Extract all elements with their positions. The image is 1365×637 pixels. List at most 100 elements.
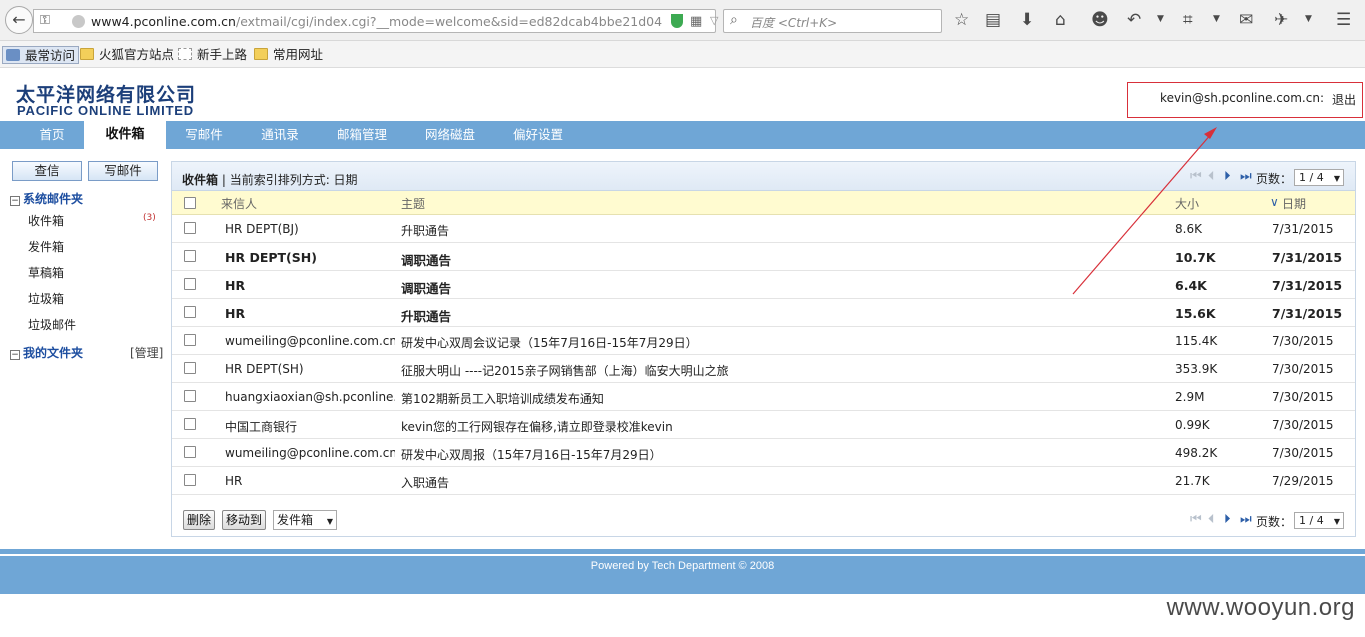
tab-network-disk[interactable]: 网络磁盘 — [416, 121, 484, 149]
tab-home[interactable]: 首页 — [22, 121, 82, 149]
table-row[interactable]: HR DEPT(BJ) 升职通告 8.6K 7/31/2015 — [172, 215, 1355, 243]
folder-trash[interactable]: 垃圾箱 — [28, 290, 64, 307]
table-row[interactable]: 中国工商银行 kevin您的工行网银存在偏移,请立即登录校准kevin 0.99K 7… — [172, 411, 1355, 439]
collapse-icon[interactable]: − — [10, 350, 20, 360]
col-date[interactable]: 日期 — [1282, 195, 1306, 212]
bookmark-most-visited[interactable]: 最常访问 — [2, 46, 80, 64]
mail-from: HR DEPT(SH) — [225, 362, 304, 376]
extension-caret-icon[interactable]: ▼ — [1305, 14, 1312, 24]
mail-subject[interactable]: 入职通告 — [401, 474, 1161, 491]
prev-page-icon[interactable]: ⏴ — [1208, 512, 1215, 528]
row-checkbox[interactable] — [184, 446, 196, 458]
mail-subject[interactable]: kevin您的工行网银存在偏移,请立即登录校准kevin — [401, 418, 1161, 435]
sort-desc-icon[interactable]: ∨ — [1270, 195, 1279, 209]
search-bar[interactable]: ⌕ 百度 <Ctrl+K> — [723, 9, 942, 33]
mail-panel-header: 收件箱 | 当前索引排列方式: 日期 ⏮ ⏴ ⏵ ⏭ 页数： 1 / 4 ▼ — [172, 162, 1355, 191]
tab-preferences[interactable]: 偏好设置 — [504, 121, 572, 149]
folder-outbox[interactable]: 发件箱 — [28, 238, 64, 255]
bookmark-common-sites[interactable]: 常用网址 — [254, 46, 323, 64]
collapse-icon[interactable]: − — [10, 196, 20, 206]
tab-inbox[interactable]: 收件箱 — [84, 121, 166, 149]
last-page-icon[interactable]: ⏭ — [1240, 512, 1252, 528]
bookmark-getting-started[interactable]: 新手上路 — [178, 46, 247, 64]
mail-subject[interactable]: 调职通告 — [401, 250, 1161, 269]
shield-icon[interactable] — [671, 14, 683, 28]
row-checkbox[interactable] — [184, 250, 196, 262]
row-checkbox[interactable] — [184, 278, 196, 290]
star-icon[interactable]: ☆ — [954, 10, 969, 30]
row-checkbox[interactable] — [184, 362, 196, 374]
reading-list-icon[interactable]: ▤ — [985, 10, 1001, 30]
mail-subject[interactable]: 升职通告 — [401, 222, 1161, 239]
last-page-icon[interactable]: ⏭ — [1240, 169, 1252, 185]
chat-icon[interactable]: ✉ — [1239, 10, 1253, 30]
logout-link[interactable]: 退出 — [1332, 91, 1356, 108]
mail-subject[interactable]: 升职通告 — [401, 306, 1161, 325]
delete-button[interactable]: 删除 — [183, 510, 216, 530]
address-bar[interactable]: ⚿ www4.pconline.com.cn/extmail/cgi/index… — [33, 9, 736, 33]
table-row[interactable]: HR 入职通告 21.7K 7/29/2015 — [172, 467, 1355, 495]
col-subject[interactable]: 主题 — [401, 195, 425, 212]
table-row[interactable]: HR 调职通告 6.4K 7/31/2015 — [172, 271, 1355, 299]
table-row[interactable]: huangxiaoxian@sh.pconline... 第102期新员工入职培训… — [172, 383, 1355, 411]
tab-contacts[interactable]: 通讯录 — [250, 121, 310, 149]
table-row[interactable]: HR DEPT(SH) 调职通告 10.7K 7/31/2015 — [172, 243, 1355, 271]
first-page-icon[interactable]: ⏮ — [1190, 512, 1202, 528]
mail-size: 8.6K — [1175, 222, 1202, 236]
next-page-icon[interactable]: ⏵ — [1224, 169, 1231, 185]
crop-icon[interactable]: ⌗ — [1183, 10, 1193, 30]
home-icon[interactable]: ⌂ — [1055, 10, 1066, 30]
table-row[interactable]: wumeiling@pconline.com.cn 研发中心双周会议记录（15年7… — [172, 327, 1355, 355]
url-text[interactable]: www4.pconline.com.cn/extmail/cgi/index.c… — [91, 14, 663, 29]
my-folders-header[interactable]: − 我的文件夹 — [10, 344, 83, 361]
next-page-icon[interactable]: ⏵ — [1224, 512, 1231, 528]
system-folders-header[interactable]: − 系统邮件夹 — [10, 190, 83, 207]
mail-subject[interactable]: 研发中心双周报（15年7月16日-15年7月29日） — [401, 446, 1161, 463]
table-row[interactable]: HR DEPT(SH) 征服大明山 ----记2015亲子网销售部（上海）临安大明… — [172, 355, 1355, 383]
mail-subject[interactable]: 调职通告 — [401, 278, 1161, 297]
check-mail-button[interactable]: 查信 — [12, 161, 82, 181]
col-size[interactable]: 大小 — [1175, 195, 1199, 212]
mail-from: wumeiling@pconline.com.cn — [225, 334, 395, 348]
undo-caret-icon[interactable]: ▼ — [1157, 14, 1164, 24]
page-select[interactable]: 1 / 4 ▼ — [1294, 512, 1344, 529]
move-target-select[interactable]: 发件箱 ▼ — [273, 510, 337, 530]
folder-inbox[interactable]: 收件箱 — [28, 212, 64, 229]
table-row[interactable]: wumeiling@pconline.com.cn 研发中心双周报（15年7月16… — [172, 439, 1355, 467]
col-from[interactable]: 来信人 — [221, 195, 257, 212]
bookmark-firefox-site[interactable]: 火狐官方站点 — [80, 46, 174, 64]
move-to-button[interactable]: 移动到 — [222, 510, 267, 530]
browser-toolbar: ← ⚿ www4.pconline.com.cn/extmail/cgi/ind… — [0, 0, 1365, 41]
row-checkbox[interactable] — [184, 390, 196, 402]
row-checkbox[interactable] — [184, 222, 196, 234]
select-all-checkbox[interactable] — [184, 197, 196, 209]
row-checkbox[interactable] — [184, 418, 196, 430]
mail-subject[interactable]: 研发中心双周会议记录（15年7月16日-15年7月29日） — [401, 334, 1161, 351]
folder-spam[interactable]: 垃圾邮件 — [28, 316, 76, 333]
crop-caret-icon[interactable]: ▼ — [1213, 14, 1220, 24]
manage-folders-link[interactable]: [管理] — [130, 344, 163, 361]
prev-page-icon[interactable]: ⏴ — [1208, 169, 1215, 185]
mail-size: 2.9M — [1175, 390, 1205, 404]
tab-compose[interactable]: 写邮件 — [174, 121, 234, 149]
undo-icon[interactable]: ↶ — [1127, 10, 1141, 30]
qr-code-icon[interactable]: ▦ — [690, 14, 702, 29]
back-button[interactable]: ← — [5, 6, 33, 34]
page-select[interactable]: 1 / 4 ▼ — [1294, 169, 1344, 186]
download-icon[interactable]: ⬇ — [1020, 10, 1034, 30]
compose-button[interactable]: 写邮件 — [88, 161, 158, 181]
row-checkbox[interactable] — [184, 334, 196, 346]
smiley-icon[interactable]: ☻ — [1091, 10, 1109, 30]
extension-icon[interactable]: ✈ — [1274, 10, 1288, 30]
mail-subject[interactable]: 征服大明山 ----记2015亲子网销售部（上海）临安大明山之旅 — [401, 362, 1161, 379]
mail-subject[interactable]: 第102期新员工入职培训成绩发布通知 — [401, 390, 1161, 407]
folder-drafts[interactable]: 草稿箱 — [28, 264, 64, 281]
row-checkbox[interactable] — [184, 306, 196, 318]
table-row[interactable]: HR 升职通告 15.6K 7/31/2015 — [172, 299, 1355, 327]
sidebar: 查信 写邮件 − 系统邮件夹 收件箱 (3) 发件箱 草稿箱 垃圾箱 垃圾邮件 −… — [0, 149, 168, 549]
row-checkbox[interactable] — [184, 474, 196, 486]
menu-icon[interactable]: ☰ — [1336, 10, 1351, 30]
first-page-icon[interactable]: ⏮ — [1190, 169, 1202, 185]
dropdown-icon[interactable]: ▽ — [710, 14, 718, 27]
tab-mailbox-settings[interactable]: 邮箱管理 — [328, 121, 396, 149]
